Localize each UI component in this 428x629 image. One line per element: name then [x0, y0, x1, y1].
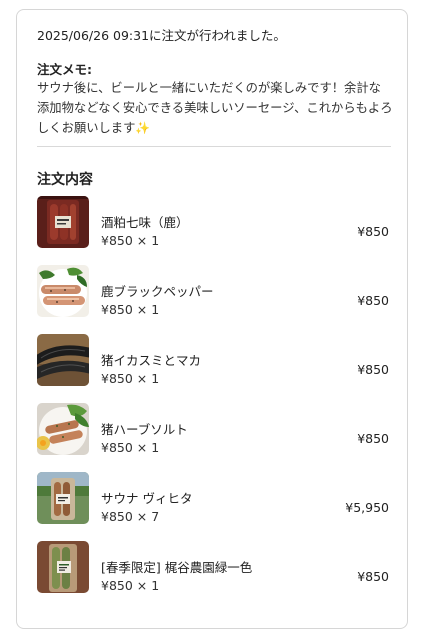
product-name: 猪ハーブソルト: [101, 422, 188, 437]
product-name: 猪イカスミとマカ: [101, 353, 202, 368]
product-unit-price-qty: ¥850 × 1: [101, 578, 160, 593]
product-thumbnail[interactable]: [37, 334, 89, 386]
order-timestamp: 2025/06/26 09:31に注文が行われました。: [37, 28, 286, 43]
product-unit-price-qty: ¥850 × 1: [101, 440, 160, 455]
order-contents-title: 注文内容: [37, 172, 93, 188]
order-item: 酒粕七味（鹿） ¥850 × 1 ¥850: [37, 196, 391, 265]
sparkles-icon: ✨: [135, 121, 151, 135]
product-line-total: ¥850: [357, 293, 389, 308]
product-thumbnail[interactable]: [37, 541, 89, 593]
product-thumbnail[interactable]: [37, 472, 89, 524]
order-memo-body: サウナ後に、ビールと一緒にいただくのが楽しみです！余計な添加物などなく安心できる…: [37, 81, 393, 135]
product-thumbnail[interactable]: [37, 265, 89, 317]
product-name: [春季限定] 梶谷農園緑一色: [101, 560, 253, 575]
order-item: サウナ ヴィヒタ ¥850 × 7 ¥5,950: [37, 472, 391, 541]
order-detail-card: 2025/06/26 09:31に注文が行われました。 注文メモ: サウナ後に、…: [16, 9, 408, 629]
order-item: 鹿ブラックペッパー ¥850 × 1 ¥850: [37, 265, 391, 334]
product-unit-price-qty: ¥850 × 1: [101, 371, 160, 386]
order-item-list: 酒粕七味（鹿） ¥850 × 1 ¥850 鹿ブラックペッパー ¥850 × 1…: [37, 196, 391, 610]
product-line-total: ¥850: [357, 224, 389, 239]
order-item: 猪ハーブソルト ¥850 × 1 ¥850: [37, 403, 391, 472]
divider: [37, 146, 391, 147]
product-line-total: ¥850: [357, 362, 389, 377]
product-name: サウナ ヴィヒタ: [101, 491, 193, 506]
product-line-total: ¥850: [357, 569, 389, 584]
product-thumbnail[interactable]: [37, 196, 89, 248]
product-line-total: ¥5,950: [345, 500, 389, 515]
order-memo-text: サウナ後に、ビールと一緒にいただくのが楽しみです！余計な添加物などなく安心できる…: [37, 78, 393, 138]
order-item: 猪イカスミとマカ ¥850 × 1 ¥850: [37, 334, 391, 403]
product-thumbnail[interactable]: [37, 403, 89, 455]
product-name: 鹿ブラックペッパー: [101, 284, 214, 299]
product-unit-price-qty: ¥850 × 1: [101, 302, 160, 317]
product-line-total: ¥850: [357, 431, 389, 446]
product-unit-price-qty: ¥850 × 1: [101, 233, 160, 248]
order-memo-title: 注文メモ:: [37, 62, 92, 77]
product-unit-price-qty: ¥850 × 7: [101, 509, 160, 524]
product-name: 酒粕七味（鹿）: [101, 215, 189, 230]
